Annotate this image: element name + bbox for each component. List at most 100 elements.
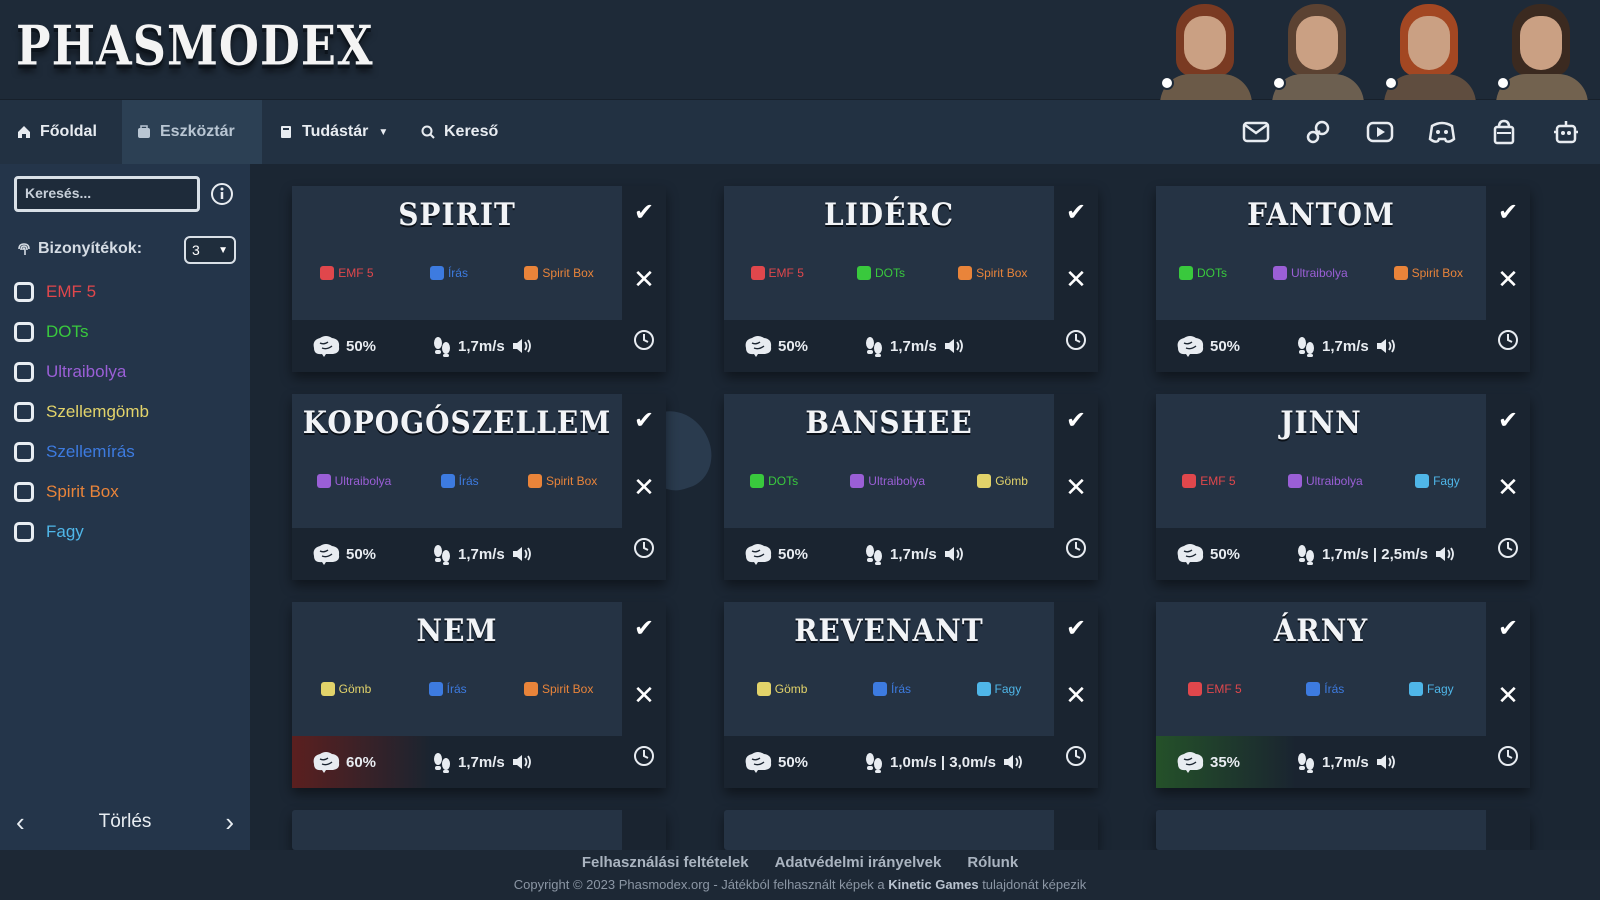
evidence-checkbox[interactable]	[14, 362, 34, 382]
ghost-card[interactable]: JINN EMF 5 Ultraibolya Fagy ✔ ✕ 50% 1,7m/s | 2,…	[1156, 394, 1530, 580]
evidence-checkbox[interactable]	[14, 442, 34, 462]
evidence-checkbox[interactable]	[14, 282, 34, 302]
steam-icon[interactable]	[1300, 114, 1336, 150]
avatar-1[interactable]	[1154, 0, 1256, 100]
timer-button[interactable]	[1054, 329, 1098, 351]
privacy-link[interactable]: Adatvédelmi irányelvek	[775, 854, 942, 871]
avatar-2[interactable]	[1266, 0, 1368, 100]
evidence-filter-item[interactable]: Szellemírás	[14, 432, 149, 472]
ghost-card[interactable]: SPIRIT EMF 5 Írás Spirit Box ✔ ✕ 50% 1,7m/s	[292, 186, 666, 372]
confirm-ghost-button[interactable]: ✔	[1054, 406, 1098, 435]
clock-icon[interactable]	[1497, 329, 1519, 351]
evidence-filter-item[interactable]: EMF 5	[14, 272, 149, 312]
avatar-3[interactable]	[1378, 0, 1480, 100]
store-icon[interactable]	[1486, 114, 1522, 150]
evidence-filter-item[interactable]: Spirit Box	[14, 472, 149, 512]
nav-knowledge[interactable]: Tudástár ▼	[264, 100, 402, 164]
clock-icon[interactable]	[1065, 329, 1087, 351]
exclude-ghost-button[interactable]: ✕	[622, 472, 666, 503]
clock-icon[interactable]	[1497, 537, 1519, 559]
ghost-card-actions: ✔ ✕	[1486, 394, 1530, 580]
timer-button[interactable]	[1486, 537, 1530, 559]
clear-button[interactable]: Törlés	[99, 811, 152, 833]
evidence-filter-item[interactable]: Ultraibolya	[14, 352, 149, 392]
brain-icon	[745, 752, 772, 773]
ghost-card-partial[interactable]	[1156, 810, 1530, 850]
evidence-filter-label: Szellemírás	[46, 442, 135, 461]
avatar-4[interactable]	[1490, 0, 1592, 100]
exclude-ghost-button[interactable]: ✕	[1054, 264, 1098, 295]
mail-icon[interactable]	[1238, 114, 1274, 150]
confirm-ghost-button[interactable]: ✔	[622, 198, 666, 227]
exclude-ghost-button[interactable]: ✕	[1486, 472, 1530, 503]
ghost-evidence: Gömb	[977, 474, 1028, 488]
ghost-card[interactable]: NEM Gömb Írás Spirit Box ✔ ✕ 60% 1,7m/s	[292, 602, 666, 788]
timer-button[interactable]	[1054, 537, 1098, 559]
evidence-checkbox[interactable]	[14, 482, 34, 502]
exclude-ghost-button[interactable]: ✕	[1486, 680, 1530, 711]
ghost-card[interactable]: LIDÉRC EMF 5 DOTs Spirit Box ✔ ✕ 50% 1,7m/s	[724, 186, 1098, 372]
confirm-ghost-button[interactable]: ✔	[622, 406, 666, 435]
bot-icon[interactable]	[1548, 114, 1584, 150]
ghost-card-top: LIDÉRC EMF 5 DOTs Spirit Box	[724, 186, 1054, 320]
evidence-filter-label: EMF 5	[46, 282, 97, 301]
timer-button[interactable]	[1486, 329, 1530, 351]
evidence-checkbox[interactable]	[14, 402, 34, 422]
speaker-icon	[944, 547, 963, 561]
info-icon[interactable]	[210, 182, 234, 206]
ghost-evidence-row: Gömb Írás Fagy	[724, 682, 1054, 696]
ghost-card[interactable]: FANTOM DOTs Ultraibolya Spirit Box ✔ ✕ 50% 1,7m…	[1156, 186, 1530, 372]
evidence-filter-item[interactable]: Fagy	[14, 512, 149, 552]
ghost-card[interactable]: ÁRNY EMF 5 Írás Fagy ✔ ✕ 35% 1,7m/s	[1156, 602, 1530, 788]
chevron-left-icon[interactable]: ‹	[16, 807, 25, 838]
terms-link[interactable]: Felhasználási feltételek	[582, 854, 749, 871]
timer-button[interactable]	[622, 329, 666, 351]
ghost-card[interactable]: REVENANT Gömb Írás Fagy ✔ ✕ 50% 1,0m/s | 3,0m/s	[724, 602, 1098, 788]
exclude-ghost-button[interactable]: ✕	[1486, 264, 1530, 295]
nav-home[interactable]: Főoldal	[2, 100, 111, 164]
ghost-evidence-label: EMF 5	[1200, 474, 1236, 488]
evidence-count-select[interactable]: 3 ▼	[184, 236, 236, 264]
ghost-search-input[interactable]: Keresés...	[14, 176, 200, 212]
ghost-card[interactable]: BANSHEE DOTs Ultraibolya Gömb ✔ ✕ 50% 1,7m/s	[724, 394, 1098, 580]
clock-icon[interactable]	[633, 537, 655, 559]
confirm-ghost-button[interactable]: ✔	[1486, 614, 1530, 643]
timer-button[interactable]	[1486, 745, 1530, 767]
nav-tools[interactable]: Eszköztár	[122, 100, 262, 164]
discord-icon[interactable]	[1424, 114, 1460, 150]
confirm-ghost-button[interactable]: ✔	[1486, 198, 1530, 227]
evidence-filter-item[interactable]: Szellemgömb	[14, 392, 149, 432]
clock-icon[interactable]	[1497, 745, 1519, 767]
chevron-right-icon[interactable]: ›	[225, 807, 234, 838]
timer-button[interactable]	[1054, 745, 1098, 767]
exclude-ghost-button[interactable]: ✕	[622, 264, 666, 295]
timer-button[interactable]	[622, 537, 666, 559]
youtube-icon[interactable]	[1362, 114, 1398, 150]
ghost-evidence: Írás	[1306, 682, 1344, 696]
ghost-evidence: DOTs	[856, 266, 905, 280]
exclude-ghost-button[interactable]: ✕	[1054, 472, 1098, 503]
clock-icon[interactable]	[1065, 537, 1087, 559]
nav-search[interactable]: Kereső	[406, 100, 512, 164]
ghost-card[interactable]: KOPOGÓSZELLEM Ultraibolya Írás Spirit Box ✔ ✕…	[292, 394, 666, 580]
timer-button[interactable]	[622, 745, 666, 767]
copyright-brand[interactable]: Kinetic Games	[888, 877, 978, 892]
site-logo[interactable]: PHASMODEX	[16, 14, 374, 78]
clock-icon[interactable]	[633, 329, 655, 351]
speaker-icon	[944, 339, 963, 353]
ghost-card-partial[interactable]	[724, 810, 1098, 850]
confirm-ghost-button[interactable]: ✔	[1486, 406, 1530, 435]
confirm-ghost-button[interactable]: ✔	[1054, 614, 1098, 643]
evidence-checkbox[interactable]	[14, 322, 34, 342]
evidence-filter-item[interactable]: DOTs	[14, 312, 149, 352]
confirm-ghost-button[interactable]: ✔	[1054, 198, 1098, 227]
about-link[interactable]: Rólunk	[967, 854, 1018, 871]
exclude-ghost-button[interactable]: ✕	[622, 680, 666, 711]
clock-icon[interactable]	[1065, 745, 1087, 767]
evidence-checkbox[interactable]	[14, 522, 34, 542]
clock-icon[interactable]	[633, 745, 655, 767]
ghost-card-partial[interactable]	[292, 810, 666, 850]
exclude-ghost-button[interactable]: ✕	[1054, 680, 1098, 711]
evidence-icon	[856, 266, 871, 280]
confirm-ghost-button[interactable]: ✔	[622, 614, 666, 643]
